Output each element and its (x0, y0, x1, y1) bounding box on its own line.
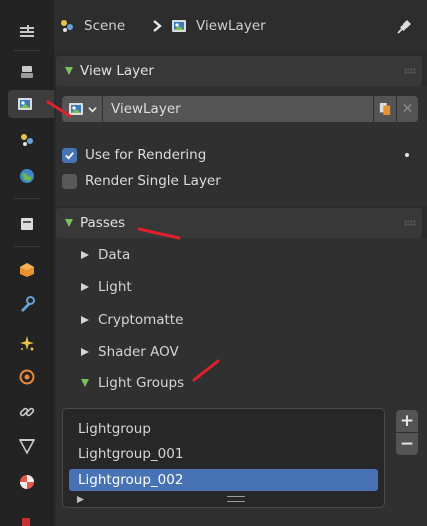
view-layer-icon (69, 103, 83, 115)
subpanel-light[interactable]: Light (80, 279, 132, 295)
checkbox-unchecked-icon (62, 173, 77, 189)
world-icon[interactable] (10, 162, 44, 190)
properties-editor: Scene ViewLayer View Layer ViewLayer ✕ U… (0, 0, 427, 526)
use-for-rendering-checkbox[interactable]: Use for Rendering (62, 147, 206, 163)
object-icon[interactable] (10, 256, 44, 284)
breadcrumb-scene[interactable]: Scene (58, 17, 125, 35)
filter-options-triangle-icon[interactable] (76, 495, 85, 504)
drag-grip-icon[interactable] (404, 68, 416, 74)
material-icon[interactable] (10, 468, 44, 496)
breadcrumb-viewlayer[interactable]: ViewLayer (170, 17, 266, 35)
subpanel-cryptomatte-label: Cryptomatte (98, 312, 184, 328)
subpanel-light-label: Light (98, 279, 132, 295)
collapsed-triangle-icon (81, 348, 89, 356)
tool-icon[interactable] (10, 18, 44, 46)
subpanel-cryptomatte[interactable]: Cryptomatte (80, 312, 183, 328)
list-item-selected[interactable]: Lightgroup_002 (69, 469, 378, 491)
minus-icon: − (399, 434, 415, 454)
render-single-layer-checkbox[interactable]: Render Single Layer (62, 173, 221, 189)
render-icon[interactable] (10, 58, 44, 86)
particles-icon[interactable] (10, 330, 44, 358)
texture-icon[interactable] (22, 518, 30, 526)
passes-panel-title: Passes (80, 215, 126, 231)
view-layer-name-field[interactable]: ViewLayer (103, 96, 373, 122)
expand-triangle-icon (81, 379, 89, 387)
subpanel-shader-aov[interactable]: Shader AOV (80, 344, 179, 360)
resize-grip-icon[interactable] (227, 496, 245, 502)
breadcrumb-viewlayer-label: ViewLayer (196, 18, 266, 34)
list-item[interactable]: Lightgroup_001 (69, 443, 378, 465)
remove-light-group-button[interactable]: − (396, 433, 418, 455)
subpanel-shader-aov-label: Shader AOV (98, 344, 179, 360)
subpanel-data-label: Data (98, 247, 131, 263)
scene-icon (61, 20, 73, 32)
add-light-group-button[interactable]: + (396, 410, 418, 432)
modifier-icon[interactable] (10, 290, 44, 318)
view-layer-panel-header[interactable]: View Layer (56, 56, 422, 86)
breadcrumb-scene-label: Scene (84, 18, 126, 34)
subpanel-light-groups-label: Light Groups (98, 375, 185, 391)
browse-view-layer-button[interactable] (62, 96, 102, 122)
scene-icon[interactable] (10, 126, 44, 154)
view-layer-selector: ViewLayer ✕ (62, 96, 418, 122)
constraints-icon[interactable] (10, 398, 44, 426)
collection-icon[interactable] (10, 210, 44, 238)
checkbox-checked-icon (62, 147, 77, 163)
subpanel-light-groups[interactable]: Light Groups (80, 375, 184, 391)
drag-grip-icon[interactable] (404, 220, 416, 226)
expand-triangle-icon (65, 219, 73, 227)
subpanel-data[interactable]: Data (80, 247, 130, 263)
light-groups-list: Lightgroup Lightgroup_001 Lightgroup_002 (62, 408, 385, 508)
pin-icon[interactable] (395, 18, 413, 36)
duplicate-view-layer-button[interactable] (374, 96, 396, 122)
collapsed-triangle-icon (81, 251, 89, 259)
passes-panel-header[interactable]: Passes (56, 208, 422, 238)
physics-icon[interactable] (10, 363, 44, 391)
view-layer-icon (172, 20, 186, 32)
view-layer-panel-title: View Layer (80, 63, 154, 79)
list-item[interactable]: Lightgroup (69, 418, 378, 440)
properties-tab-strip (0, 0, 54, 526)
chevron-down-icon (88, 106, 97, 112)
plus-icon: + (399, 411, 415, 431)
chevron-right-icon (153, 20, 162, 32)
expand-triangle-icon (65, 67, 73, 75)
breadcrumb-header: Scene ViewLayer (54, 0, 427, 52)
collapsed-triangle-icon (81, 316, 89, 324)
collapsed-triangle-icon (81, 283, 89, 291)
render-single-layer-label: Render Single Layer (85, 173, 221, 189)
animate-property-dot-icon[interactable] (405, 153, 409, 157)
data-icon[interactable] (10, 432, 44, 460)
use-for-rendering-label: Use for Rendering (85, 147, 207, 163)
duplicate-icon (379, 103, 391, 115)
remove-view-layer-button[interactable]: ✕ (397, 96, 418, 122)
view-layer-icon[interactable] (8, 90, 54, 118)
close-icon: ✕ (401, 101, 414, 117)
